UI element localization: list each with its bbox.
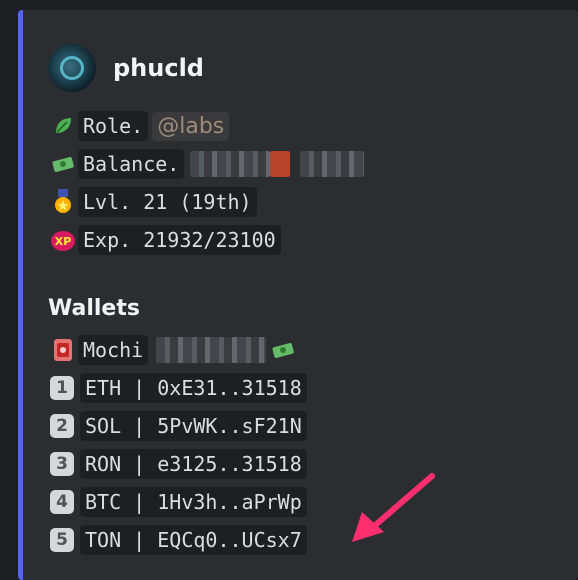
mochi-wallet-icon <box>50 337 76 363</box>
money-icon <box>50 151 76 177</box>
keycap-1-icon: 1 <box>50 376 74 400</box>
xp-icon: XP <box>50 227 76 253</box>
wallet-address: BTC | 1Hv3h..aPrWp <box>80 487 307 517</box>
author-name[interactable]: phucld <box>113 54 204 82</box>
wallet-address: SOL | 5PvWK..sF21N <box>80 411 307 441</box>
embed-author: phucld <box>48 44 204 92</box>
exp-row: XP Exp. 21932/23100 <box>50 222 281 258</box>
wallet-item: 4 BTC | 1Hv3h..aPrWp <box>50 484 307 520</box>
medal-icon <box>50 189 76 215</box>
wallet-item: 5 TON | EQCq0..UCsx7 <box>50 522 307 558</box>
balance-value-redacted-2 <box>300 151 365 177</box>
keycap-5-icon: 5 <box>50 528 74 552</box>
keycap-3-icon: 3 <box>50 452 74 476</box>
wallet-item: 3 RON | e3125..31518 <box>50 446 307 482</box>
exp-label: Exp. 21932/23100 <box>78 225 281 255</box>
balance-row: Balance. <box>50 146 365 182</box>
money-icon <box>270 337 296 363</box>
level-label: Lvl. 21 (19th) <box>78 187 257 217</box>
keycap-2-icon: 2 <box>50 414 74 438</box>
mochi-row: Mochi <box>50 332 298 368</box>
wallet-item: 1 ETH | 0xE31..31518 <box>50 370 307 406</box>
leaf-icon <box>50 113 76 139</box>
wallet-address: TON | EQCq0..UCsx7 <box>80 525 307 555</box>
role-label: Role. <box>78 111 149 141</box>
role-mention[interactable]: @labs <box>152 111 230 141</box>
avatar[interactable] <box>48 44 96 92</box>
level-row: Lvl. 21 (19th) <box>50 184 257 220</box>
wallet-address: ETH | 0xE31..31518 <box>80 373 307 403</box>
mochi-label: Mochi <box>78 335 149 365</box>
wallets-heading: Wallets <box>48 296 140 321</box>
wallet-address: RON | e3125..31518 <box>80 449 307 479</box>
balance-redacted-accent <box>270 151 291 177</box>
mochi-value-redacted <box>156 337 267 363</box>
annotation-arrow-icon <box>352 473 435 542</box>
wallet-item: 2 SOL | 5PvWK..sF21N <box>50 408 307 444</box>
profile-embed: phucld Role. @labs Balance. Lvl. 21 (19t… <box>18 10 578 580</box>
keycap-4-icon: 4 <box>50 490 74 514</box>
balance-label: Balance. <box>78 149 185 179</box>
role-row: Role. @labs <box>50 108 230 144</box>
balance-value-redacted <box>190 151 271 177</box>
svg-text:XP: XP <box>55 235 72 248</box>
